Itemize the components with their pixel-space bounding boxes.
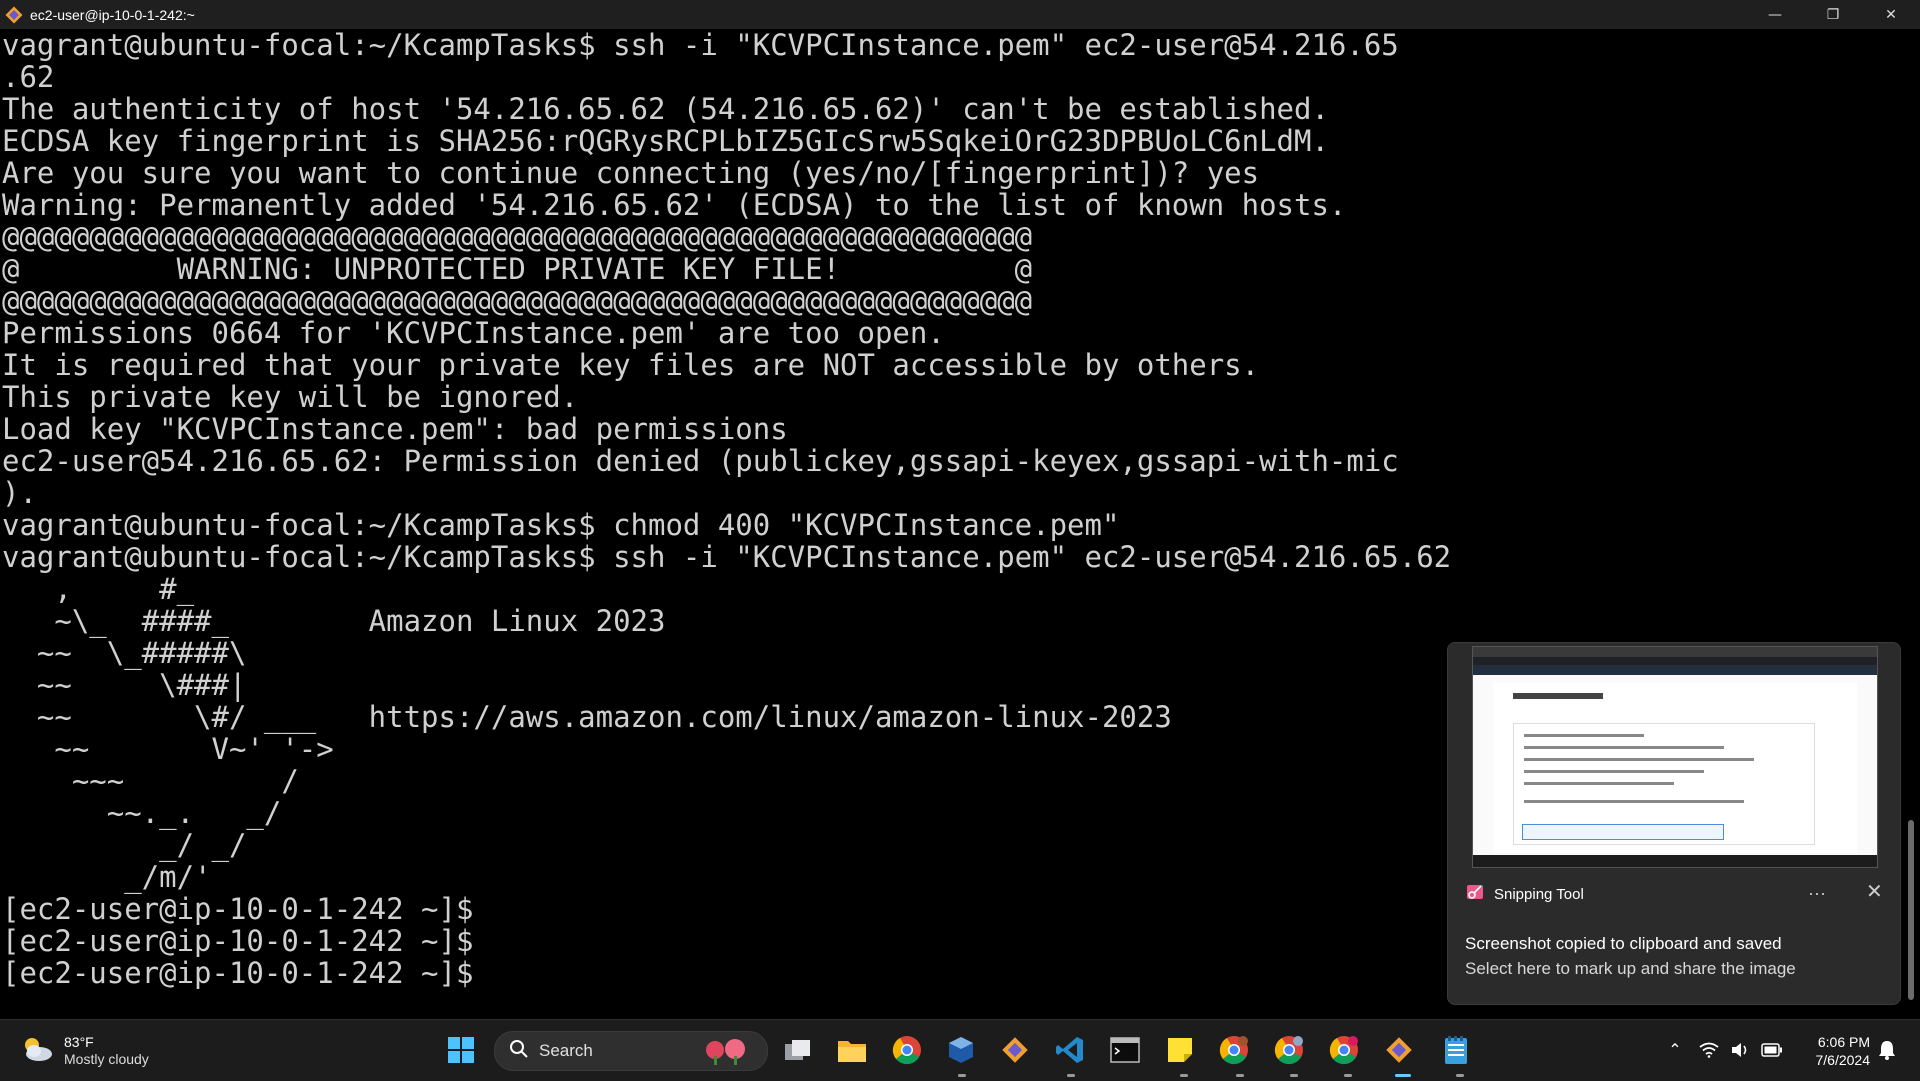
terminal-line: vagrant@ubuntu-focal:~/KcampTasks$ ssh -…: [2, 540, 1452, 574]
snipping-tool-icon: [1466, 883, 1484, 906]
running-indicator: [1290, 1074, 1298, 1077]
chrome-profile-3-icon[interactable]: [1326, 1032, 1362, 1068]
terminal-line: @@@@@@@@@@@@@@@@@@@@@@@@@@@@@@@@@@@@@@@@…: [2, 284, 1033, 318]
terminal-line: , #_: [2, 572, 195, 606]
terminal-scrollbar[interactable]: [1908, 820, 1914, 1000]
search-label: Search: [539, 1041, 593, 1060]
system-clock[interactable]: 6:06 PM 7/6/2024: [1800, 1033, 1871, 1069]
weather-temperature: 83°F: [64, 1034, 94, 1050]
terminal-line: ECDSA key fingerprint is SHA256:rQGRysRC…: [2, 124, 1329, 158]
taskbar-search-box[interactable]: Search: [494, 1031, 768, 1071]
clock-date: 7/6/2024: [1815, 1052, 1871, 1068]
chevron-up-icon[interactable]: ⌃: [1657, 1032, 1693, 1068]
terminal-line: ~\_ ####_ Amazon Linux 2023: [2, 604, 666, 638]
running-indicator: [1236, 1074, 1244, 1077]
running-indicator: [1180, 1074, 1188, 1077]
running-indicator: [1344, 1074, 1352, 1077]
terminal-line: .62: [2, 60, 55, 94]
terminal-line: vagrant@ubuntu-focal:~/KcampTasks$ ssh -…: [2, 29, 1399, 62]
volume-icon[interactable]: [1728, 1032, 1754, 1068]
terminal-line: vagrant@ubuntu-focal:~/KcampTasks$ chmod…: [2, 508, 1120, 542]
more-options-icon[interactable]: ···: [1808, 883, 1826, 904]
clock-time: 6:06 PM: [1817, 1034, 1870, 1050]
window-titlebar: ec2-user@ip-10-0-1-242:~ — ❐ ✕: [0, 0, 1920, 29]
sticky-notes-icon[interactable]: [1162, 1032, 1198, 1068]
search-icon: [509, 1039, 529, 1064]
terminal-line: @ WARNING: UNPROTECTED PRIVATE KEY FILE!…: [2, 252, 1033, 286]
close-button[interactable]: ✕: [1862, 0, 1920, 29]
chrome-profile-1-icon[interactable]: [1216, 1032, 1252, 1068]
notification-close-icon[interactable]: ✕: [1866, 879, 1883, 904]
screenshot-thumbnail[interactable]: [1472, 646, 1878, 868]
notification-bell-icon[interactable]: [1872, 1032, 1902, 1068]
battery-icon[interactable]: [1758, 1032, 1786, 1068]
notification-title: Screenshot copied to clipboard and saved: [1465, 934, 1782, 953]
notepad-icon[interactable]: [1438, 1032, 1474, 1068]
command-prompt-icon[interactable]: [1107, 1032, 1143, 1068]
virtualbox-icon[interactable]: [943, 1032, 979, 1068]
terminal-line: ).: [2, 476, 37, 510]
running-indicator: [1067, 1074, 1075, 1077]
active-indicator: [1395, 1074, 1411, 1077]
git-gui-icon[interactable]: [997, 1032, 1033, 1068]
cloudy-weather-icon: [20, 1035, 54, 1068]
terminal-line: ec2-user@54.216.65.62: Permission denied…: [2, 444, 1399, 478]
chrome-icon[interactable]: [889, 1032, 925, 1068]
running-indicator: [958, 1074, 966, 1077]
terminal-line: This private key will be ignored.: [2, 380, 579, 414]
chrome-profile-2-icon[interactable]: [1271, 1032, 1307, 1068]
terminal-line: It is required that your private key fil…: [2, 348, 1260, 382]
terminal-line: The authenticity of host '54.216.65.62 (…: [2, 92, 1329, 126]
file-explorer-icon[interactable]: [834, 1032, 870, 1068]
terminal-line: Are you sure you want to continue connec…: [2, 156, 1260, 190]
flowers-icon: [701, 1036, 755, 1071]
terminal-line: @@@@@@@@@@@@@@@@@@@@@@@@@@@@@@@@@@@@@@@@…: [2, 220, 1033, 254]
weather-widget[interactable]: 83°F Mostly cloudy: [20, 1034, 149, 1068]
wifi-icon[interactable]: [1696, 1032, 1722, 1068]
weather-condition: Mostly cloudy: [64, 1051, 149, 1067]
terminal-line: Permissions 0664 for 'KCVPCInstance.pem'…: [2, 316, 945, 350]
terminal-line: Load key "KCVPCInstance.pem": bad permis…: [2, 412, 788, 446]
git-bash-icon: [4, 5, 24, 25]
notification-app-name: Snipping Tool: [1494, 886, 1584, 903]
minimize-button[interactable]: —: [1746, 0, 1804, 29]
taskbar: 83°F Mostly cloudy Search ⌃ 6:06 PM 7/6/…: [0, 1019, 1920, 1081]
terminal-line: Warning: Permanently added '54.216.65.62…: [2, 188, 1347, 222]
maximize-button[interactable]: ❐: [1804, 0, 1862, 29]
git-bash-taskbar-icon[interactable]: [1381, 1032, 1417, 1068]
task-view-icon[interactable]: [780, 1032, 816, 1068]
windows-start-icon[interactable]: [443, 1032, 479, 1068]
snipping-tool-notification[interactable]: Snipping Tool ··· ✕ Screenshot copied to…: [1447, 642, 1901, 1005]
running-indicator: [1456, 1074, 1464, 1077]
vscode-icon[interactable]: [1052, 1032, 1088, 1068]
window-title: ec2-user@ip-10-0-1-242:~: [30, 6, 195, 23]
notification-body: Select here to mark up and share the ima…: [1465, 959, 1796, 978]
